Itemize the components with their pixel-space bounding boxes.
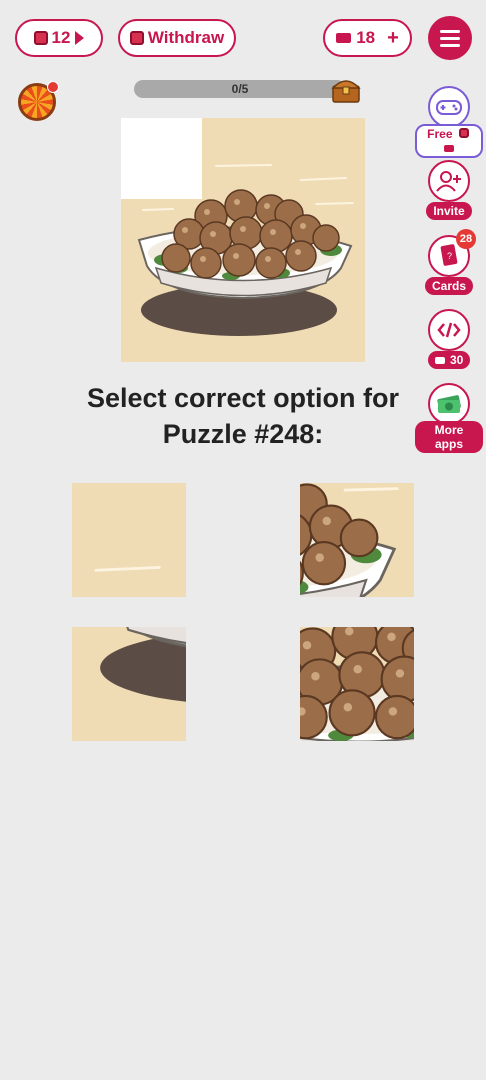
option-3-piece[interactable] [72, 627, 186, 741]
puzzle-image [121, 118, 365, 362]
free-label: Free [427, 127, 453, 141]
question-text: Select correct option for Puzzle #248: [60, 380, 426, 452]
code-icon [437, 322, 461, 338]
missing-piece-slot [121, 118, 202, 199]
plus-icon: + [387, 26, 399, 49]
invite-label: Invite [426, 202, 472, 220]
option-2-piece[interactable] [300, 483, 414, 597]
ticket-icon [336, 33, 352, 43]
ticket-icon [434, 357, 445, 364]
cards-button[interactable]: ? 28 Cards [415, 229, 483, 295]
option-1-piece[interactable] [72, 483, 186, 597]
svg-text:?: ? [447, 251, 452, 261]
gems-balance-button[interactable]: 12 [15, 19, 103, 57]
invite-button[interactable]: Invite [415, 160, 483, 220]
question-line-1: Select correct option for [86, 383, 400, 413]
play-arrow-icon [75, 31, 85, 45]
cards-count-badge: 28 [456, 229, 476, 249]
treasure-chest-icon[interactable] [330, 74, 362, 104]
tickets-balance-button[interactable]: 18 + [323, 19, 412, 57]
withdraw-button[interactable]: Withdraw [118, 19, 236, 57]
progress-label: 0/5 [231, 82, 249, 96]
gem-icon [458, 128, 469, 138]
money-icon [437, 395, 461, 413]
free-games-button[interactable]: Free [415, 86, 483, 158]
gem-icon [129, 31, 144, 45]
gems-count: 12 [51, 28, 71, 47]
add-user-icon [436, 171, 461, 192]
code-button[interactable]: 30 [415, 309, 483, 369]
cards-label: Cards [424, 277, 473, 295]
notification-dot [47, 81, 59, 93]
card-icon: ? [440, 244, 458, 266]
withdraw-label: Withdraw [147, 28, 225, 47]
option-4-piece[interactable] [300, 627, 414, 741]
gamepad-icon [436, 100, 462, 115]
code-reward-label: 30 [449, 353, 464, 367]
ticket-icon [444, 145, 454, 152]
menu-icon [440, 30, 460, 33]
menu-button[interactable] [428, 16, 472, 60]
question-line-2: Puzzle #248: [162, 419, 324, 449]
tickets-count: 18 [356, 28, 376, 47]
gem-icon [33, 31, 48, 45]
